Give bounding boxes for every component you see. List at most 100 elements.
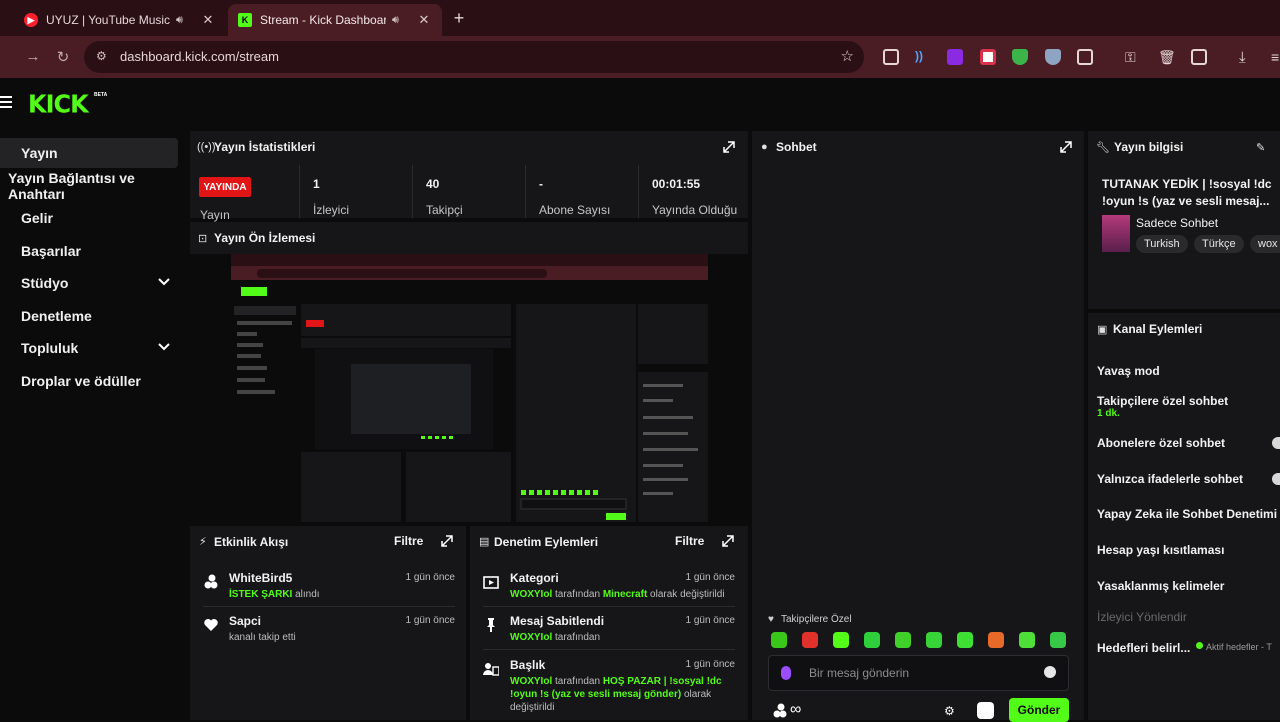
divider [203, 606, 455, 607]
expand-icon[interactable] [1060, 141, 1072, 153]
points-value: ∞ [790, 701, 802, 718]
translate-icon[interactable] [1191, 49, 1207, 65]
stream-tag[interactable]: Turkish [1136, 235, 1188, 253]
stream-status-label: Yayın [200, 208, 230, 222]
activity-detail: kanalı takip etti [229, 632, 296, 643]
emoji-icon[interactable] [1044, 666, 1056, 678]
emote-icon[interactable] [1050, 632, 1066, 648]
subscriber-label: Abone Sayısı [539, 203, 611, 217]
new-tab-button[interactable]: + [450, 8, 468, 28]
lightning-icon: ⚡︎ [199, 536, 207, 548]
action-goals[interactable]: Hedefleri belirl... [1097, 641, 1190, 655]
chat-message-input[interactable]: Bir mesaj gönderin [768, 655, 1069, 691]
drops-points-icon[interactable] [772, 703, 788, 719]
action-ai-moderation[interactable]: Yapay Zeka ile Sohbet Denetimi [1097, 507, 1277, 521]
send-button[interactable]: Gönder [1009, 698, 1069, 722]
emote-icon[interactable] [833, 632, 849, 648]
action-subscribers-only[interactable]: Abonelere özel sohbet [1097, 436, 1225, 450]
pocket-icon[interactable] [980, 49, 996, 65]
action-followers-only[interactable]: Takipçilere özel sohbet [1097, 394, 1228, 408]
shield-green-icon[interactable] [1012, 49, 1028, 65]
emote-icon[interactable] [926, 632, 942, 648]
sidebar-item-gelir[interactable]: Gelir [0, 203, 178, 233]
activity-filter-button[interactable]: Filtre [394, 534, 423, 548]
edit-pencil-icon[interactable]: ✎ [1256, 141, 1265, 154]
reload-icon[interactable]: ↻ [54, 48, 72, 66]
menu-icon[interactable]: ≡ [1271, 49, 1280, 65]
trash-icon[interactable]: 🗑︎ [1158, 49, 1176, 65]
emote-icon[interactable] [864, 632, 880, 648]
hamburger-menu-icon[interactable] [0, 96, 12, 108]
site-settings-icon[interactable]: ⚙︎ [96, 49, 112, 65]
active-goals-text: Aktif hedefler - T [1206, 642, 1272, 652]
tab-youtube-music[interactable]: ▶ UYUZ | YouTube Music 🔊︎ ✕ [14, 4, 226, 36]
speaker-icon[interactable]: 🔊︎ [176, 14, 192, 27]
kick-logo[interactable]: KICK [28, 89, 89, 118]
action-slow-mode[interactable]: Yavaş mod [1097, 364, 1160, 378]
sidebar-item-topluluk[interactable]: Topluluk [0, 333, 178, 363]
emote-icon[interactable] [895, 632, 911, 648]
user-title-icon [483, 663, 499, 676]
action-account-age[interactable]: Hesap yaşı kısıtlaması [1097, 543, 1224, 557]
chevron-down-icon[interactable] [158, 341, 170, 353]
live-badge: YAYINDA [199, 177, 251, 197]
sound-wave-icon[interactable]: )) [915, 49, 931, 65]
action-banned-words[interactable]: Yasaklanmış kelimeler [1097, 579, 1224, 593]
emote-icon[interactable] [802, 632, 818, 648]
address-bar[interactable]: ⚙︎ dashboard.kick.com/stream ☆ [84, 41, 864, 73]
category-name: Sadece Sohbet [1136, 216, 1219, 230]
microphone-icon[interactable] [781, 666, 791, 680]
expand-icon[interactable] [723, 141, 735, 153]
moderation-filter-button[interactable]: Filtre [675, 534, 704, 548]
speaker-icon[interactable]: 🔊︎ [392, 14, 408, 27]
activity-detail: İSTEK ŞARKI alındı [229, 589, 320, 600]
sidebar: Yayın Yayın Bağlantısı ve Anahtarı Gelir… [0, 130, 186, 720]
emote-icon[interactable] [771, 632, 787, 648]
expand-icon[interactable] [722, 535, 734, 547]
extension-purple-icon[interactable] [947, 49, 963, 65]
close-tab-icon[interactable]: ✕ [200, 12, 216, 28]
moderation-time: 1 gün önce [685, 659, 736, 670]
expand-icon[interactable] [441, 535, 453, 547]
browser-tab-bar: ▶ UYUZ | YouTube Music 🔊︎ ✕ K Stream - K… [0, 0, 1280, 36]
stream-tag[interactable]: Türkçe [1194, 235, 1244, 253]
tab-title: Stream - Kick Dashboard [260, 13, 386, 27]
sidebar-item-droplar[interactable]: Droplar ve ödüller [0, 366, 178, 396]
followers-only-label: Takipçilere Özel [781, 614, 852, 625]
channel-actions-title: Kanal Eylemleri [1113, 322, 1203, 336]
emote-icon[interactable] [1019, 632, 1035, 648]
sidebar-item-yayin[interactable]: Yayın [0, 138, 178, 168]
bookmark-star-icon[interactable]: ☆ [841, 47, 854, 65]
preview-thumbnail [231, 254, 708, 522]
emote-icon[interactable] [988, 632, 1004, 648]
tab-kick-dashboard[interactable]: K Stream - Kick Dashboard 🔊︎ ✕ [228, 4, 442, 36]
emote-icon[interactable] [957, 632, 973, 648]
activity-title: Etkinlik Akışı [214, 535, 289, 549]
moderation-title: Denetim Eylemleri [494, 535, 599, 549]
extensions-puzzle-icon[interactable] [1077, 49, 1093, 65]
stats-title: Yayın İstatistikleri [214, 140, 316, 154]
broadcast-icon: ((•)) [197, 141, 216, 153]
action-emote-only[interactable]: Yalnızca ifadelerle sohbet [1097, 472, 1243, 486]
forward-icon[interactable]: → [24, 48, 42, 65]
gift-icon[interactable] [977, 702, 994, 719]
divider [299, 165, 300, 218]
beta-badge: BETA [94, 92, 108, 98]
stream-preview-video[interactable] [231, 254, 708, 522]
sidebar-item-studyo[interactable]: Stüdyo [0, 268, 178, 298]
sidebar-item-denetleme[interactable]: Denetleme [0, 301, 178, 331]
subscribers-only-toggle[interactable] [1272, 437, 1280, 449]
chevron-down-icon[interactable] [158, 276, 170, 288]
shield-blue-icon[interactable] [1045, 49, 1061, 65]
emote-only-toggle[interactable] [1272, 473, 1280, 485]
activity-time: 1 gün önce [405, 615, 456, 626]
chat-settings-gear-icon[interactable]: ⚙︎ [944, 704, 955, 718]
youtube-music-icon: ▶ [24, 13, 38, 27]
download-icon[interactable]: ⤓ [1239, 49, 1255, 66]
sidebar-item-basarilar[interactable]: Başarılar [0, 236, 178, 266]
sidebar-item-yayin-baglantisi[interactable]: Yayın Bağlantısı ve Anahtarı [0, 170, 178, 202]
qr-code-icon[interactable] [883, 49, 899, 65]
stream-tag[interactable]: wox [1250, 235, 1280, 253]
close-tab-icon[interactable]: ✕ [416, 12, 432, 28]
key-icon[interactable]: ⚿ [1125, 49, 1141, 65]
